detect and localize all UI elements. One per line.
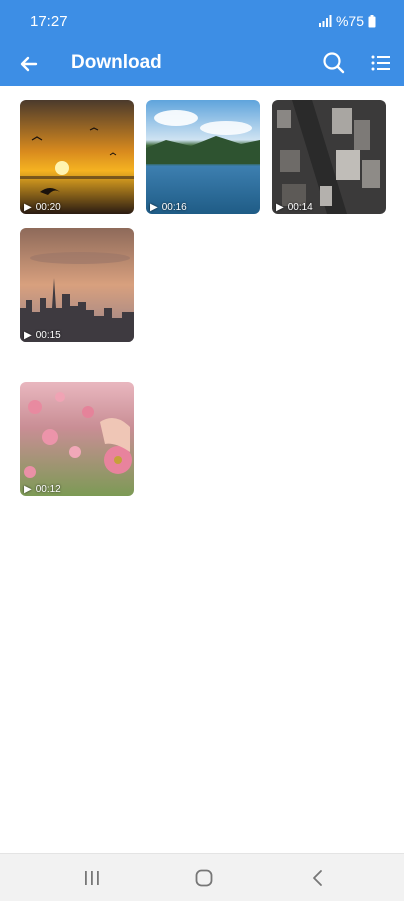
play-icon: ▶ [24,202,32,213]
duration-label: 00:20 [35,202,61,213]
page-title: Download [71,52,162,73]
video-duration: ▶ 00:15 [24,330,61,341]
video-thumbnail-sunset[interactable]: ▶ 00:20 [20,100,134,214]
sunset-image [20,100,134,214]
battery-icon [368,14,376,27]
status-indicators: %75 [318,13,376,29]
flowers-image [20,382,134,496]
play-icon: ▶ [150,202,158,213]
duration-label: 00:12 [35,484,61,495]
status-time: 17:27 [30,13,68,30]
chevron-left-icon[interactable] [306,866,330,890]
app-bar: Download [0,42,404,86]
battery-percent: %75 [335,13,364,29]
home-icon[interactable] [192,866,216,890]
skyline-image [20,228,134,342]
arrow-left-icon[interactable] [16,51,42,77]
lake-image [146,100,260,214]
system-navigation-bar [0,853,404,901]
play-icon: ▶ [24,484,32,495]
video-duration: ▶ 00:12 [24,484,61,495]
video-duration: ▶ 00:20 [24,202,61,213]
city-aerial-image [272,100,386,214]
play-icon: ▶ [276,202,284,213]
video-thumbnail-skyline[interactable]: ▶ 00:15 [20,228,134,342]
duration-label: 00:15 [35,330,61,341]
status-bar: 17:27 %75 [0,0,404,42]
duration-label: 00:16 [161,202,187,213]
recents-icon[interactable] [80,866,104,890]
video-thumbnail-city-aerial[interactable]: ▶ 00:14 [272,100,386,214]
duration-label: 00:14 [287,202,313,213]
search-icon[interactable] [320,49,348,77]
video-duration: ▶ 00:14 [276,202,313,213]
video-duration: ▶ 00:16 [150,202,187,213]
signal-icon [318,15,332,27]
play-icon: ▶ [24,330,32,341]
video-thumbnail-flowers[interactable]: ▶ 00:12 [20,382,134,496]
video-thumbnail-lake[interactable]: ▶ 00:16 [146,100,260,214]
list-view-icon[interactable] [367,49,395,77]
